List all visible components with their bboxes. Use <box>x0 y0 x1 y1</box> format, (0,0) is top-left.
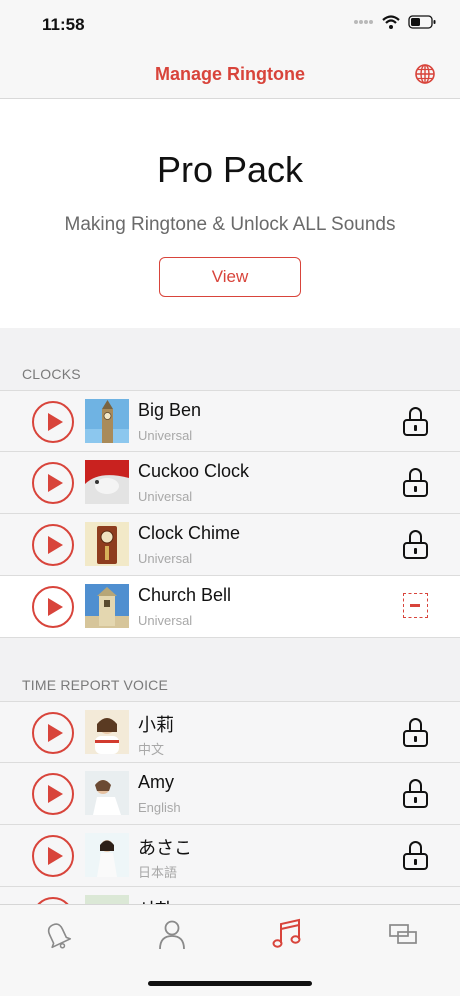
voice-name: あさこ <box>138 838 192 858</box>
voice-language: 中文 <box>138 742 165 757</box>
music-note-icon[interactable] <box>270 917 304 951</box>
ringtone-name: Big Ben <box>138 400 202 420</box>
bell-icon[interactable] <box>40 917 74 951</box>
ringtone-row-selected[interactable]: Church Bell Universal <box>0 576 460 638</box>
lock-icon[interactable] <box>403 468 428 498</box>
switch-icon[interactable] <box>386 917 420 951</box>
lock-icon[interactable] <box>403 779 428 809</box>
view-button[interactable]: View <box>159 257 301 297</box>
remove-button[interactable] <box>403 593 428 618</box>
thumbnail-church-bell <box>85 584 129 628</box>
play-icon <box>48 724 63 742</box>
pro-pack-banner: Pro Pack Making Ringtone & Unlock ALL So… <box>0 99 460 328</box>
play-icon <box>48 413 63 431</box>
voice-name: 小莉 <box>138 715 174 735</box>
play-icon <box>48 785 63 803</box>
play-button[interactable] <box>32 773 74 815</box>
ringtone-category: Universal <box>138 489 193 504</box>
status-indicators <box>354 15 436 29</box>
play-icon <box>48 847 63 865</box>
promo-title: Pro Pack <box>156 149 304 190</box>
play-icon <box>48 536 63 554</box>
minus-icon <box>410 604 420 607</box>
battery-icon <box>408 15 436 29</box>
thumbnail-big-ben <box>85 399 129 443</box>
lock-icon[interactable] <box>403 718 428 748</box>
thumbnail-voice-xiaoli <box>85 710 129 754</box>
ringtone-row[interactable]: 小莉 中文 <box>0 701 460 763</box>
person-icon[interactable] <box>155 917 189 951</box>
play-button[interactable] <box>32 401 74 443</box>
ringtone-row[interactable]: Clock Chime Universal <box>0 514 460 576</box>
promo-subtitle: Making Ringtone & Unlock ALL Sounds <box>64 214 396 235</box>
play-button[interactable] <box>32 462 74 504</box>
play-button[interactable] <box>32 835 74 877</box>
play-icon <box>48 598 63 616</box>
thumbnail-clock-chime <box>85 522 129 566</box>
ringtone-row[interactable]: あさこ 日本語 <box>0 825 460 887</box>
lock-icon[interactable] <box>403 841 428 871</box>
status-time: 11:58 <box>42 15 85 34</box>
lock-icon[interactable] <box>403 530 428 560</box>
voice-name: Amy <box>138 772 174 792</box>
play-button[interactable] <box>32 524 74 566</box>
section-header-clocks: CLOCKS <box>22 366 81 382</box>
ringtone-category: Universal <box>138 551 193 566</box>
ringtone-name: Clock Chime <box>138 523 241 543</box>
home-indicator <box>148 981 312 986</box>
wifi-icon <box>382 15 400 29</box>
play-button[interactable] <box>32 712 74 754</box>
lock-icon[interactable] <box>403 407 428 437</box>
status-bar: 11:58 <box>0 0 460 50</box>
globe-icon[interactable] <box>414 63 436 85</box>
play-button[interactable] <box>32 586 74 628</box>
play-icon <box>48 474 63 492</box>
thumbnail-voice-amy <box>85 771 129 815</box>
signal-icon <box>354 20 373 24</box>
ringtone-name: Cuckoo Clock <box>138 461 250 481</box>
ringtone-category: Universal <box>138 428 193 443</box>
ringtone-name: Church Bell <box>138 585 232 605</box>
nav-bar: Manage Ringtone <box>0 50 460 99</box>
section-header-voice: TIME REPORT VOICE <box>22 677 169 693</box>
voice-language: English <box>138 800 181 815</box>
voice-language: 日本語 <box>138 865 178 880</box>
ringtone-row[interactable]: Cuckoo Clock Universal <box>0 452 460 514</box>
ringtone-row[interactable]: Amy English <box>0 763 460 825</box>
ringtone-row[interactable]: Big Ben Universal <box>0 390 460 452</box>
thumbnail-voice-asako <box>85 833 129 877</box>
thumbnail-cuckoo-clock <box>85 460 129 504</box>
ringtone-category: Universal <box>138 613 193 628</box>
page-title: Manage Ringtone <box>154 64 305 84</box>
